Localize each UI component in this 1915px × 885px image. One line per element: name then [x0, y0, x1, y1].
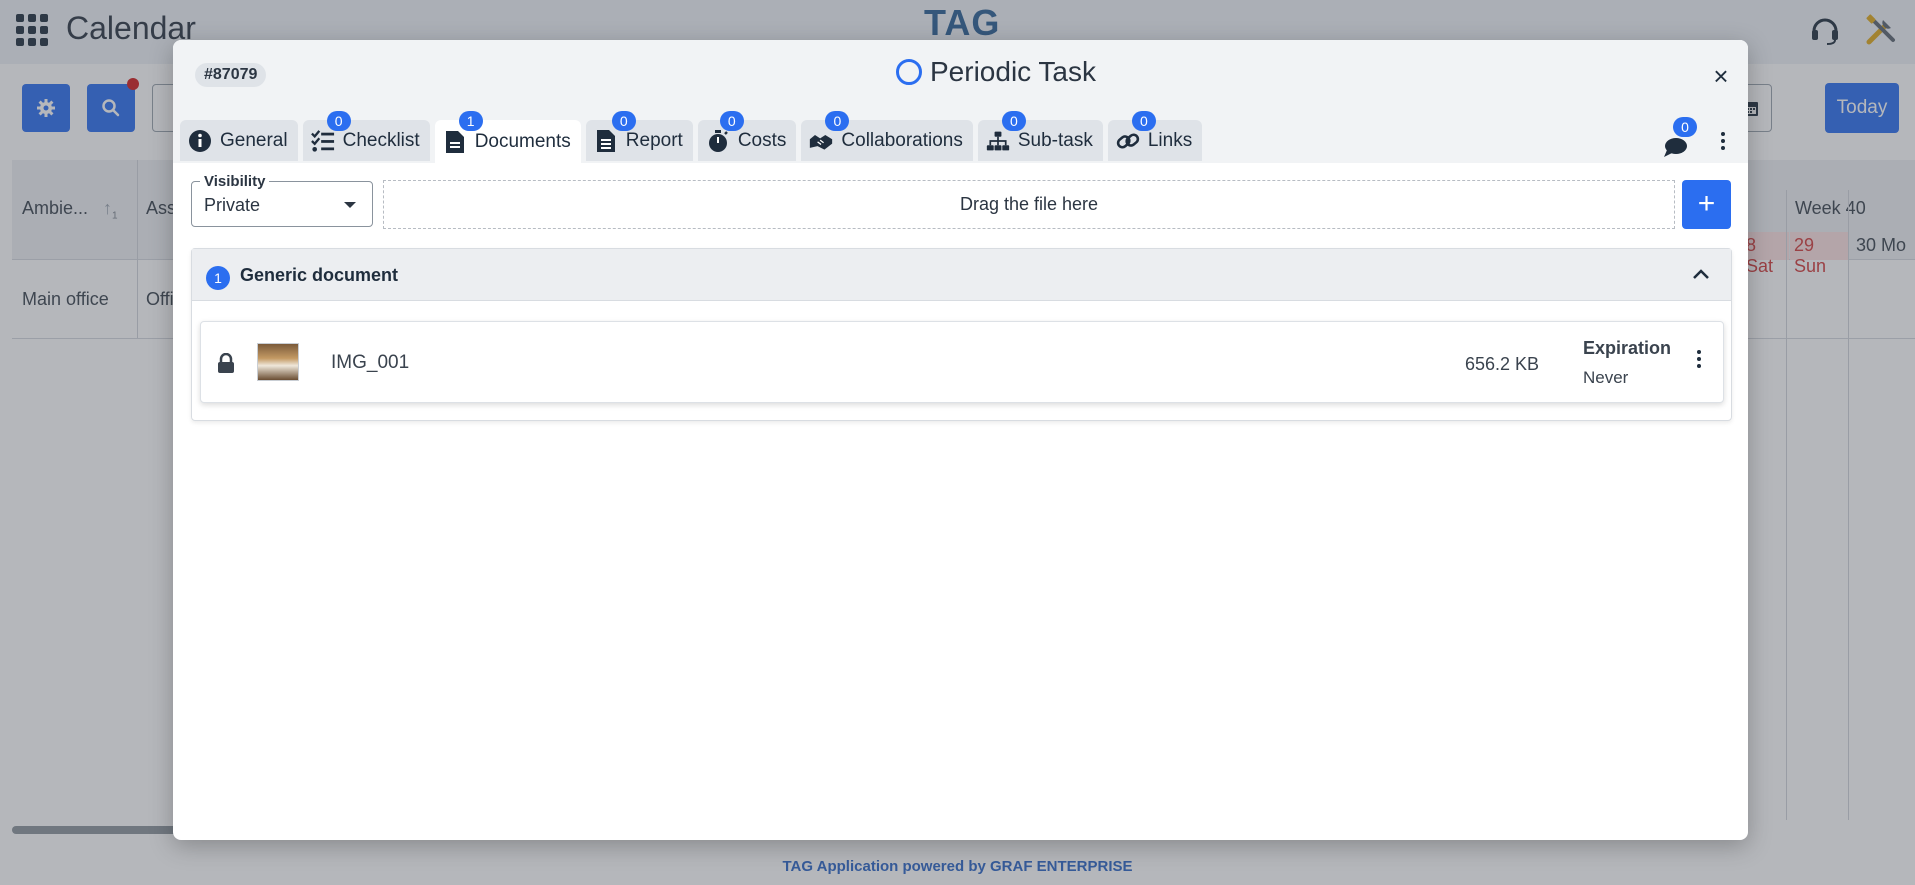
tab-label: General	[220, 129, 288, 151]
tab-report[interactable]: 0 Report	[585, 111, 693, 161]
tab-label: Sub-task	[1017, 129, 1093, 151]
expiration-value: Never	[1583, 368, 1629, 387]
checklist-icon	[310, 129, 335, 153]
expiration-label: Expiration	[1583, 338, 1672, 358]
group-title: Generic document	[240, 265, 399, 285]
lock-icon	[217, 352, 235, 378]
add-document-button[interactable]: +	[1682, 180, 1731, 229]
status-circle-icon[interactable]	[896, 59, 922, 85]
caret-down-icon	[344, 202, 356, 208]
comments-count-badge: 0	[1673, 117, 1697, 137]
tab-documents[interactable]: 1 Documents	[434, 111, 581, 163]
task-modal: #87079 Periodic Task × General 0 Checkli…	[173, 40, 1748, 840]
document-group: 1 Generic document IMG_001 656.2 KB Expi…	[191, 248, 1732, 421]
tab-links[interactable]: 0 Links	[1107, 111, 1203, 161]
tab-label: Report	[625, 129, 683, 151]
tab-label: Collaborations	[841, 129, 963, 151]
modal-header: #87079 Periodic Task × General 0 Checkli…	[173, 40, 1748, 163]
tab-sub-task[interactable]: 0 Sub-task	[977, 111, 1103, 161]
document-thumbnail[interactable]	[257, 343, 299, 381]
document-icon	[443, 130, 467, 154]
tab-label: Links	[1147, 129, 1193, 151]
chat-bubble-icon	[1664, 138, 1687, 157]
tab-label: Costs	[737, 129, 787, 151]
group-count-badge: 1	[206, 266, 230, 290]
tab-checklist[interactable]: 0 Checklist	[302, 111, 430, 161]
modal-title: Periodic Task	[930, 56, 1097, 87]
tab-collaborations[interactable]: 0 Collaborations	[801, 111, 973, 161]
tab-count-badge: 0	[719, 111, 744, 131]
tab-count-badge: 0	[1131, 111, 1156, 131]
link-icon	[1116, 129, 1140, 153]
tab-count-badge: 0	[825, 111, 850, 131]
task-id-badge: #87079	[195, 63, 267, 87]
document-menu-icon[interactable]	[1696, 350, 1702, 368]
stopwatch-icon	[706, 129, 730, 153]
more-options-icon[interactable]	[1720, 132, 1726, 150]
visibility-select[interactable]: Visibility Private	[191, 173, 373, 227]
info-icon	[188, 129, 212, 153]
tab-costs[interactable]: 0 Costs	[697, 111, 797, 161]
chevron-up-icon[interactable]	[1692, 267, 1710, 285]
tab-label: Documents	[474, 130, 571, 152]
tab-bar: General 0 Checklist 1 Documents 0 Report…	[180, 111, 1203, 163]
report-icon	[594, 129, 618, 153]
close-button[interactable]: ×	[1707, 62, 1735, 90]
tab-count-badge: 0	[611, 111, 636, 131]
tab-general[interactable]: General	[180, 120, 298, 161]
handshake-icon	[809, 129, 833, 153]
sitemap-icon	[986, 129, 1010, 153]
file-drop-zone[interactable]: Drag the file here	[383, 180, 1675, 229]
visibility-value: Private	[204, 195, 261, 215]
visibility-label: Visibility	[200, 173, 270, 190]
document-row[interactable]: IMG_001 656.2 KB Expiration Never	[200, 321, 1724, 403]
tab-count-badge: 0	[1001, 111, 1026, 131]
tab-label: Checklist	[342, 129, 420, 151]
tab-count-badge: 0	[326, 111, 351, 131]
document-size: 656.2 KB	[1465, 354, 1540, 374]
document-name[interactable]: IMG_001	[331, 352, 409, 374]
tab-count-badge: 1	[458, 111, 483, 131]
document-group-header[interactable]: 1 Generic document	[192, 249, 1731, 301]
